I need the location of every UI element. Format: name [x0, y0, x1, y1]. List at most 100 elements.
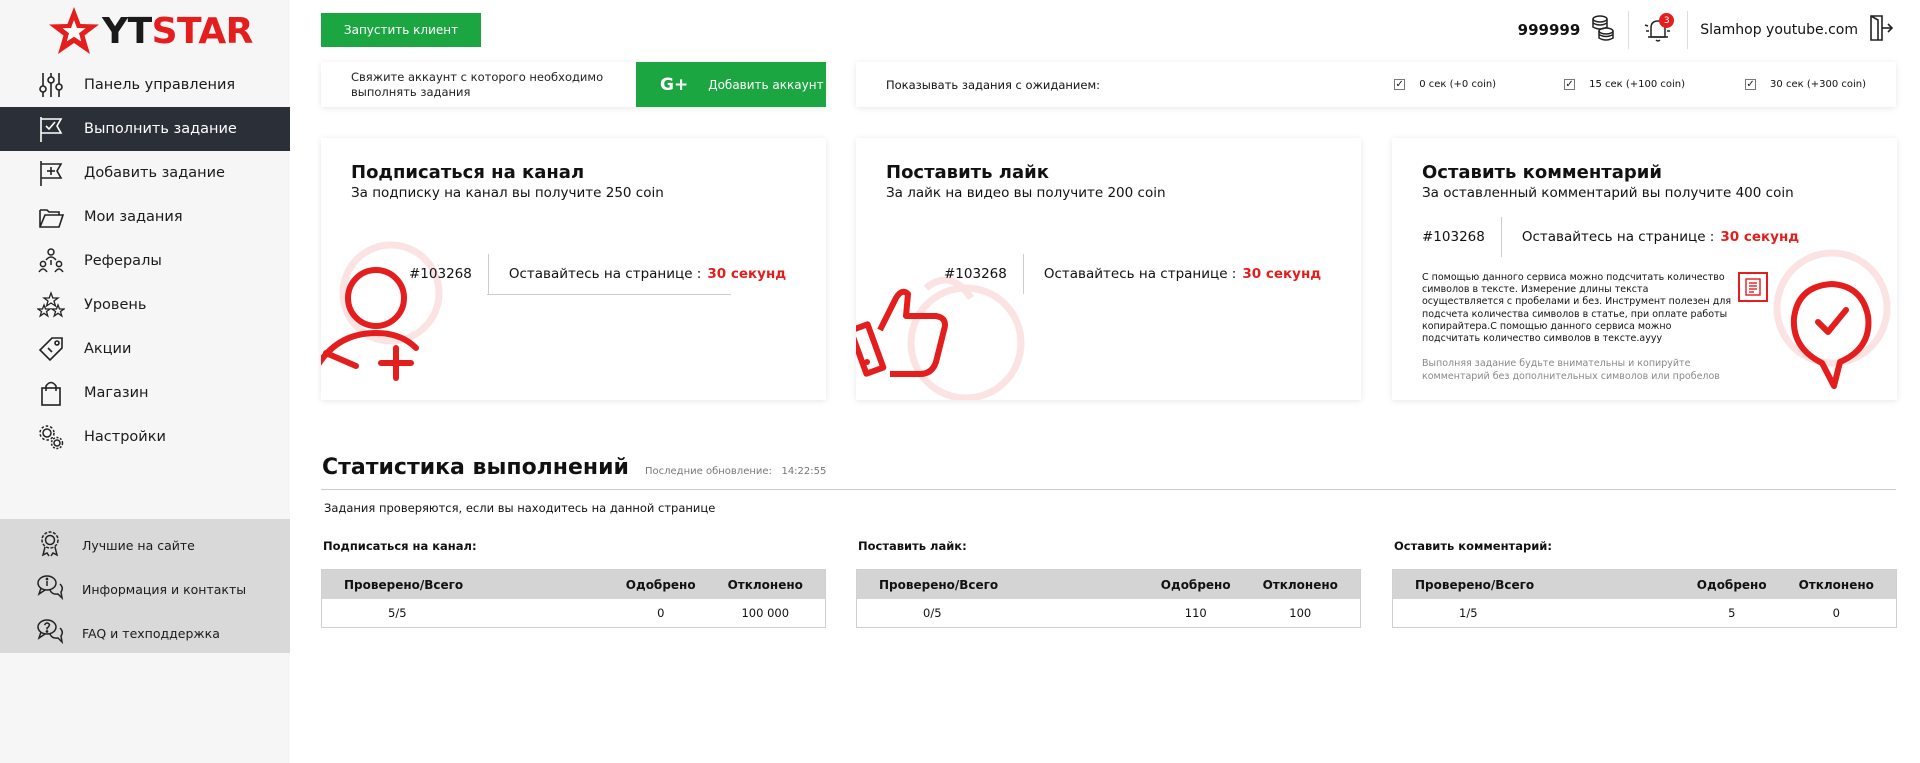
sidebar-item-run-task[interactable]: Выполнить задание: [0, 107, 290, 151]
add-account-label: Добавить аккаунт: [708, 77, 824, 92]
username[interactable]: Slamhop youtube.com: [1700, 22, 1858, 38]
stay-seconds: 30 секунд: [707, 266, 787, 282]
sidebar-item-add-task[interactable]: Добавить задание: [0, 151, 290, 195]
col-rejected: Отклонено: [1798, 577, 1874, 592]
logo-text-star: STAR: [151, 10, 254, 52]
task-id: #103268: [944, 254, 1024, 294]
stars-icon: [36, 290, 66, 320]
col-rejected: Отклонено: [1262, 577, 1338, 592]
stats-table: Проверено/Всего Одобрено Отклонено 5/5 0…: [321, 569, 826, 628]
col-rejected: Отклонено: [727, 577, 803, 592]
sidebar-item-label: Магазин: [84, 385, 149, 401]
filter-option-label: 30 сек (+300 coin): [1770, 79, 1866, 90]
sidebar-item-info-contacts[interactable]: Информация и контакты: [0, 567, 290, 611]
stats-block-title: Поставить лайк:: [858, 539, 967, 553]
divider: [487, 294, 731, 295]
cell-rejected: 100 000: [741, 606, 790, 620]
comment-check-icon: [1773, 249, 1891, 389]
task-subtitle: За подписку на канал вы получите 250 coi…: [351, 185, 664, 201]
add-account-button[interactable]: G+ Добавить аккаунт: [636, 62, 826, 107]
folder-open-icon: [36, 202, 66, 232]
updated-label: Последние обновление:: [645, 466, 772, 477]
checkbox[interactable]: ✓: [1745, 79, 1757, 90]
logo-text-yt: YT: [102, 10, 152, 52]
sidebar-item-shop[interactable]: Магазин: [0, 371, 290, 415]
sidebar-menu: Панель управления Выполнить задание Доба…: [0, 63, 290, 459]
sidebar-bottom-menu: Лучшие на сайте Информация и контакты FA…: [0, 519, 290, 653]
checkbox[interactable]: ✓: [1564, 79, 1576, 90]
sidebar-item-referrals[interactable]: Рефералы: [0, 239, 290, 283]
table-row: 0/5 110 100: [857, 599, 1360, 627]
sidebar-item-my-tasks[interactable]: Мои задания: [0, 195, 290, 239]
tag-icon: [36, 334, 66, 364]
sidebar-item-label: Информация и контакты: [82, 581, 247, 597]
filter-option-label: 15 сек (+100 coin): [1589, 79, 1686, 90]
stay-label: Оставайтесь на странице :: [1043, 266, 1237, 282]
google-plus-icon: G+: [660, 74, 689, 95]
logo[interactable]: YTSTAR: [48, 6, 253, 56]
task-info: #103268 Оставайтесь на странице : 30 секу…: [944, 254, 1321, 294]
sidebar-item-label: Лучшие на сайте: [82, 537, 195, 553]
checkbox[interactable]: ✓: [1394, 79, 1406, 90]
cell-rejected: 0: [1832, 606, 1840, 620]
task-id: #103268: [1422, 217, 1502, 257]
task-info: #103268 Оставайтесь на странице : 30 секу…: [409, 254, 786, 294]
task-title: Оставить комментарий: [1422, 162, 1662, 183]
launch-client-button[interactable]: Запустить клиент: [321, 13, 481, 47]
sidebar-item-label: Уровень: [84, 297, 147, 313]
sidebar-item-dashboard[interactable]: Панель управления: [0, 63, 290, 107]
col-total: Проверено/Всего: [879, 577, 999, 592]
sidebar-item-label: Акции: [84, 341, 132, 357]
flag-check-icon: [36, 114, 66, 144]
stay-seconds: 30 секунд: [1242, 266, 1322, 282]
sidebar-item-label: Выполнить задание: [84, 121, 237, 137]
stats-title: Статистика выполнений: [322, 455, 629, 480]
sidebar-item-faq[interactable]: FAQ и техподдержка: [0, 611, 290, 655]
stats-updated: Последние обновление: 14:22:55: [645, 466, 826, 477]
sidebar-item-settings[interactable]: Настройки: [0, 415, 290, 459]
filter-option-0s[interactable]: ✓ 0 сек (+0 coin): [1394, 79, 1496, 90]
sidebar-item-label: FAQ и техподдержка: [82, 625, 220, 641]
logout-icon[interactable]: [1868, 14, 1894, 46]
task-subtitle: За оставленный комментарий вы получите 4…: [1422, 185, 1794, 201]
notifications-button[interactable]: 3: [1641, 13, 1675, 47]
task-card-like[interactable]: Поставить лайк За лайк на видео вы получ…: [856, 138, 1361, 400]
task-title: Подписаться на канал: [351, 162, 585, 183]
divider: [1687, 11, 1689, 49]
wait-filter-label: Показывать задания с ожиданием:: [886, 77, 1101, 92]
table-header: Проверено/Всего Одобрено Отклонено: [1393, 570, 1896, 599]
table-header: Проверено/Всего Одобрено Отклонено: [322, 570, 825, 599]
col-approved: Одобрено: [1160, 577, 1231, 592]
award-icon: [36, 529, 64, 561]
filter-option-15s[interactable]: ✓ 15 сек (+100 coin): [1564, 79, 1685, 90]
stay-label: Оставайтесь на странице :: [1521, 229, 1715, 245]
col-approved: Одобрено: [625, 577, 696, 592]
task-title: Поставить лайк: [886, 162, 1049, 183]
top-user-area: 999999 3 Slamhop youtube.com: [1518, 10, 1894, 50]
stats-block-like: Поставить лайк: Проверено/Всего Одобрено…: [856, 539, 1361, 628]
sidebar-item-label: Рефералы: [84, 253, 162, 269]
task-card-comment[interactable]: Оставить комментарий За оставленный комм…: [1392, 138, 1897, 400]
cell-approved: 0: [657, 606, 665, 620]
stay-label: Оставайтесь на странице :: [508, 266, 702, 282]
task-info: #103268 Оставайтесь на странице : 30 секу…: [1422, 217, 1799, 257]
col-total: Проверено/Всего: [344, 577, 464, 592]
sidebar-item-promotions[interactable]: Акции: [0, 327, 290, 371]
table-row: 1/5 5 0: [1393, 599, 1896, 627]
comment-text[interactable]: С помощью данного сервиса можно подсчита…: [1422, 272, 1732, 345]
stats-block-title: Оставить комментарий:: [1394, 539, 1552, 553]
task-subtitle: За лайк на видео вы получите 200 coin: [886, 185, 1166, 201]
stats-block-title: Подписаться на канал:: [323, 539, 477, 553]
col-total: Проверено/Всего: [1415, 577, 1535, 592]
col-approved: Одобрено: [1696, 577, 1767, 592]
filter-option-30s[interactable]: ✓ 30 сек (+300 coin): [1745, 79, 1866, 90]
shopping-bag-icon: [36, 378, 66, 408]
sidebar-item-best[interactable]: Лучшие на сайте: [0, 523, 290, 567]
stats-block-comment: Оставить комментарий: Проверено/Всего Од…: [1392, 539, 1897, 628]
link-account-card: Свяжите аккаунт с которого необходимо вы…: [321, 62, 826, 107]
copy-document-icon[interactable]: [1738, 272, 1768, 302]
task-stay: Оставайтесь на странице : 30 секунд: [1024, 254, 1321, 294]
task-card-subscribe[interactable]: Подписаться на канал За подписку на кана…: [321, 138, 826, 400]
sidebar-item-level[interactable]: Уровень: [0, 283, 290, 327]
coins-icon: [1590, 14, 1616, 46]
